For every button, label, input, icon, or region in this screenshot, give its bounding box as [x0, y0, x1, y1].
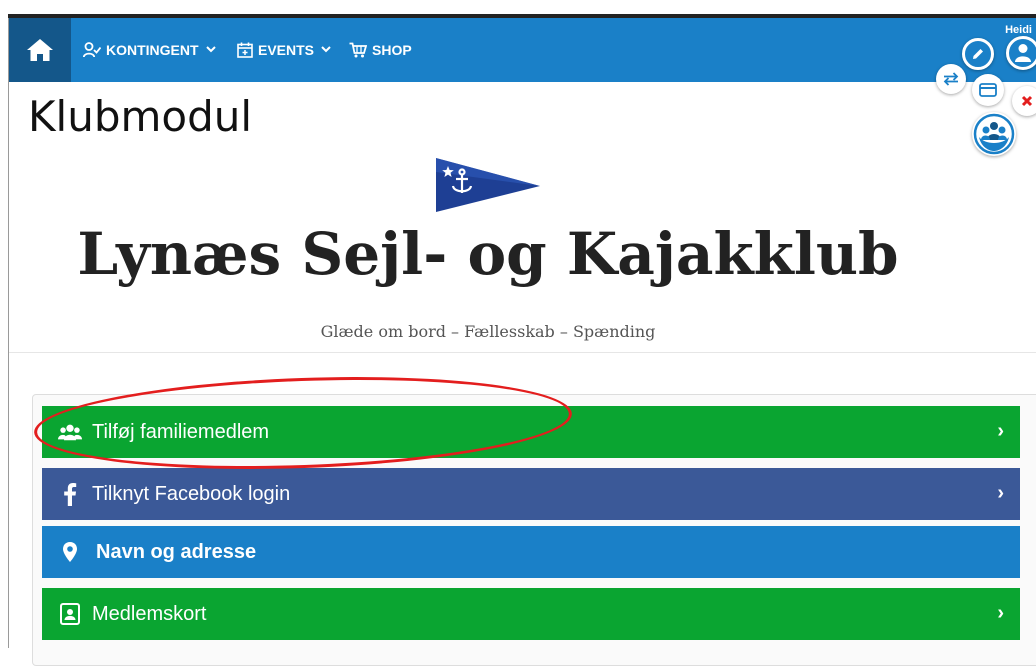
chevron-right-icon: ›	[997, 420, 1004, 442]
top-margin	[0, 0, 1036, 14]
map-pin-icon	[58, 540, 82, 564]
calendar-icon	[237, 42, 253, 58]
home-button[interactable]	[9, 18, 71, 82]
chevron-down-icon	[321, 45, 331, 56]
nav-shop[interactable]: SHOP	[349, 42, 412, 58]
link-facebook-login-label: Tilknyt Facebook login	[92, 482, 291, 505]
close-icon	[1021, 95, 1033, 107]
cart-icon	[349, 42, 367, 58]
add-family-member-label: Tilføj familiemedlem	[92, 420, 270, 443]
top-navbar: KONTINGENT EVENTS SHOP Heidi	[9, 18, 1036, 82]
close-button[interactable]	[1012, 86, 1036, 116]
nav-kontingent[interactable]: KONTINGENT	[83, 42, 216, 58]
people-circle-logo-icon	[973, 113, 1015, 155]
facebook-icon	[58, 482, 82, 506]
club-burgee-logo	[436, 158, 540, 212]
member-card-button[interactable]: Medlemskort ›	[42, 588, 1020, 640]
credit-card-icon	[979, 83, 997, 97]
name-and-address-button[interactable]: Navn og adresse	[42, 526, 1020, 578]
nav-shop-label: SHOP	[372, 42, 412, 58]
club-tagline: Glæde om bord – Fællesskab – Spænding	[320, 322, 656, 341]
member-card-label: Medlemskort	[92, 602, 207, 625]
payment-card-button[interactable]	[972, 74, 1004, 106]
user-icon	[1015, 44, 1031, 62]
user-avatar-button[interactable]	[1006, 36, 1036, 70]
edit-profile-button[interactable]	[962, 38, 994, 70]
nav-events[interactable]: EVENTS	[237, 42, 331, 58]
switch-user-button[interactable]	[936, 64, 966, 94]
club-name: Lynæs Sejl- og Kajakklub	[77, 220, 899, 288]
pencil-icon	[973, 49, 983, 59]
module-title: Klubmodul	[28, 92, 253, 141]
chevron-right-icon: ›	[997, 482, 1004, 504]
chevron-down-icon	[205, 45, 216, 56]
nav-kontingent-label: KONTINGENT	[106, 42, 199, 58]
member-card-icon	[58, 602, 82, 626]
klubmodul-logo-button[interactable]	[972, 112, 1016, 156]
nav-events-label: EVENTS	[258, 42, 315, 58]
family-icon	[58, 420, 82, 444]
header-divider	[9, 352, 1036, 353]
home-icon	[27, 39, 53, 61]
link-facebook-login-button[interactable]: Tilknyt Facebook login ›	[42, 468, 1020, 520]
user-check-icon	[83, 42, 101, 58]
swap-arrows-icon	[943, 72, 959, 86]
user-name: Heidi	[1005, 24, 1032, 36]
add-family-member-button[interactable]: Tilføj familiemedlem ›	[42, 406, 1020, 458]
chevron-right-icon: ›	[997, 602, 1004, 624]
name-and-address-label: Navn og adresse	[96, 540, 257, 563]
